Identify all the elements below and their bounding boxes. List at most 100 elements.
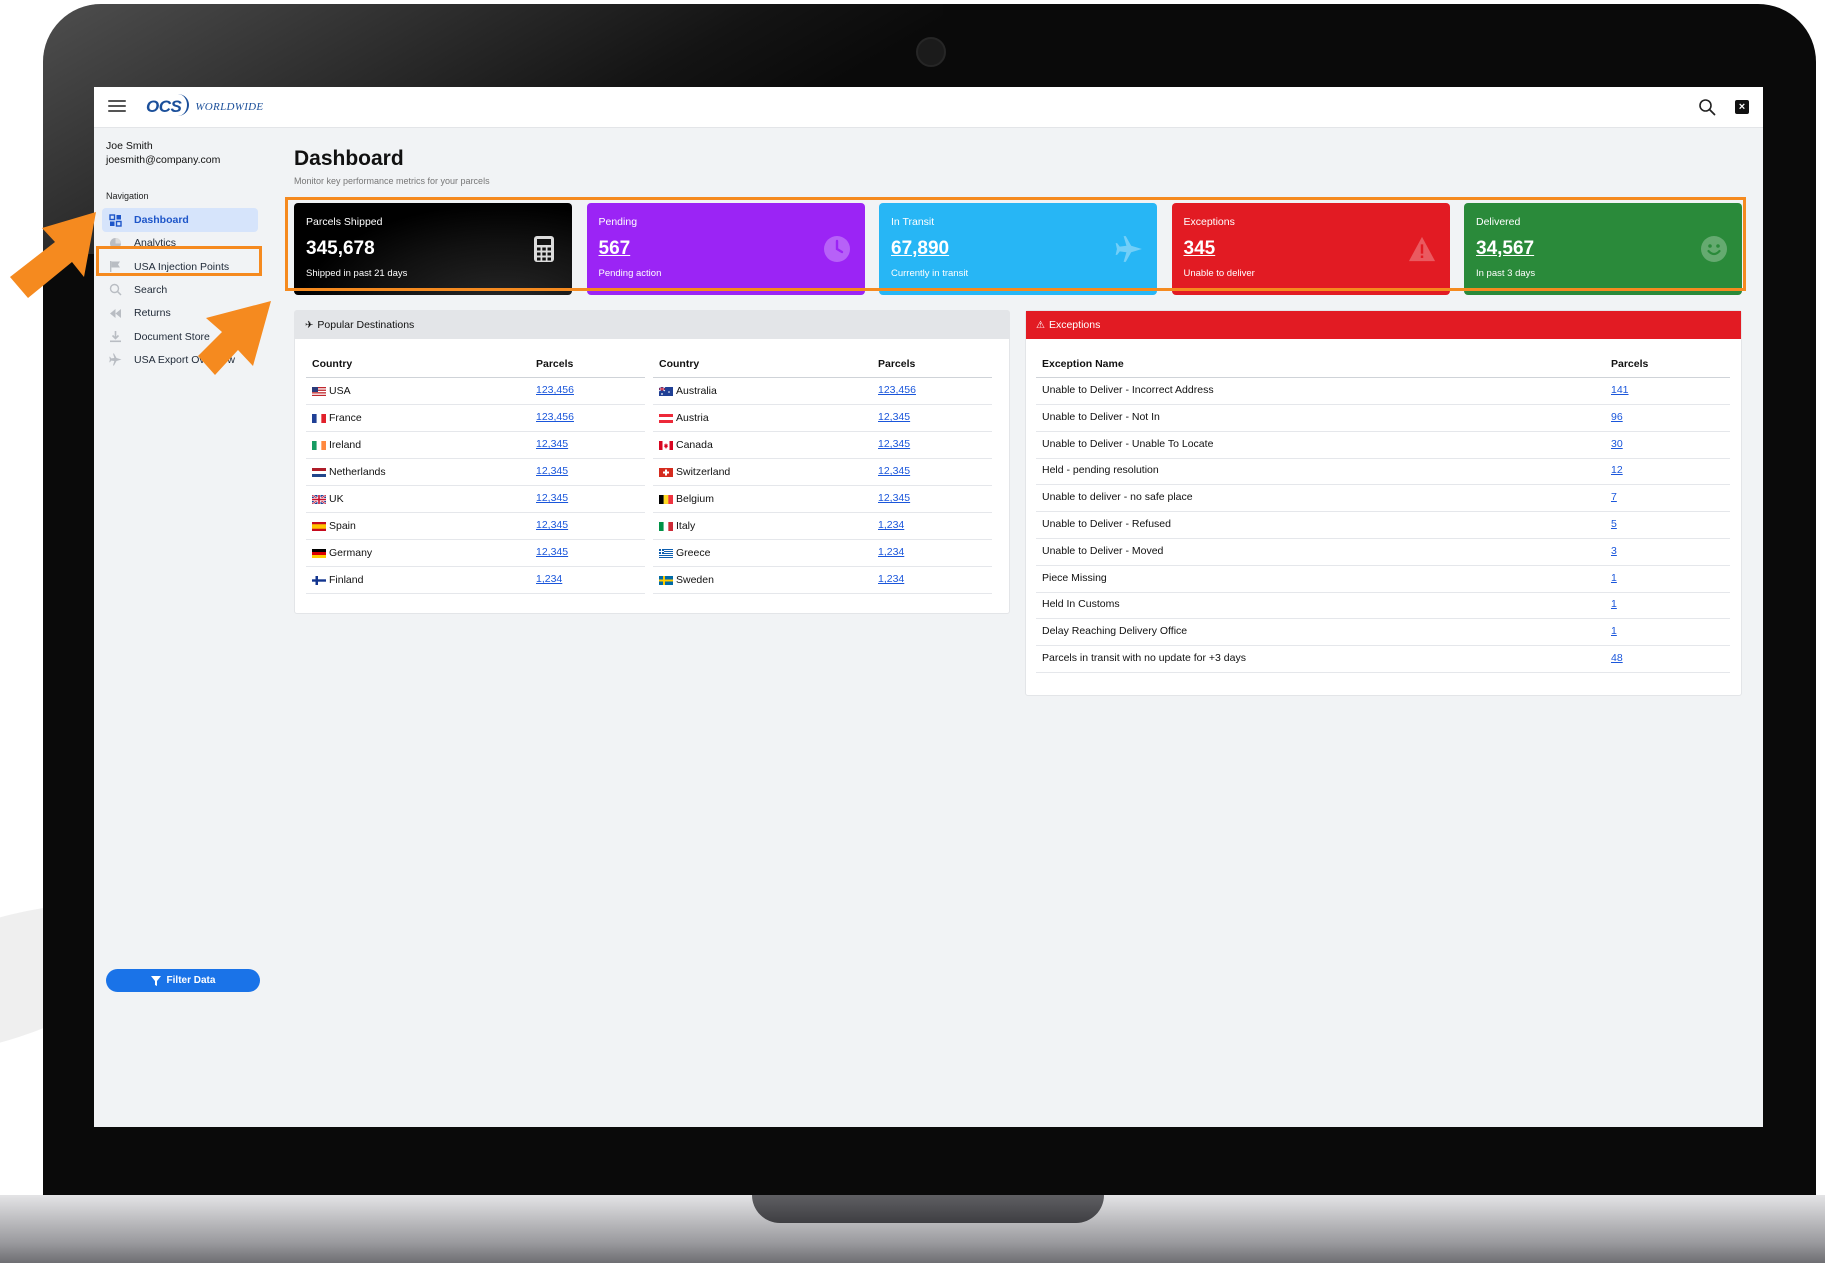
- exception-parcels-link[interactable]: 1: [1611, 625, 1617, 637]
- destination-parcels-link[interactable]: 12,345: [536, 465, 568, 477]
- destination-parcels-link[interactable]: 12,345: [536, 492, 568, 504]
- exception-parcels-link[interactable]: 141: [1611, 384, 1629, 396]
- exceptions-panel: ⚠ Exceptions Exception Name Parcels Unable…: [1025, 310, 1742, 696]
- destination-parcels-link[interactable]: 12,345: [878, 465, 910, 477]
- search-icon: [108, 283, 122, 297]
- destination-country: Sweden: [659, 572, 714, 588]
- row-divider: [1036, 591, 1730, 593]
- row-divider: [1036, 645, 1730, 647]
- popular-destinations-header: ✈ Popular Destinations: [295, 311, 1009, 339]
- sidebar-item-label: Returns: [134, 307, 171, 320]
- destination-parcels-link[interactable]: 1,234: [878, 519, 904, 531]
- row-divider: [306, 377, 645, 378]
- user-name: Joe Smith: [106, 140, 153, 152]
- destination-country-name: Germany: [329, 547, 373, 559]
- highlight-box-cards: [285, 197, 1746, 291]
- destination-parcels-link[interactable]: 123,456: [878, 384, 916, 396]
- search-icon[interactable]: [1698, 98, 1716, 116]
- exception-parcels-link[interactable]: 3: [1611, 545, 1617, 557]
- exception-parcels-link[interactable]: 1: [1611, 598, 1617, 610]
- destination-country: Ireland: [312, 437, 361, 453]
- close-icon[interactable]: ×: [1735, 100, 1749, 114]
- page-title: Dashboard: [294, 147, 404, 170]
- flag-finland-icon: [312, 575, 326, 585]
- row-divider: [306, 593, 645, 594]
- exception-parcels-link[interactable]: 96: [1611, 411, 1623, 423]
- row-divider: [1036, 538, 1730, 539]
- download-icon: [108, 330, 122, 344]
- sidebar-item-usa-export-overview[interactable]: USA Export Overview: [102, 348, 258, 372]
- exception-name: Held In Customs: [1042, 598, 1120, 611]
- exception-parcels-link[interactable]: 5: [1611, 518, 1617, 530]
- flag-austria-icon: [659, 413, 673, 423]
- row-divider: [653, 431, 992, 432]
- destination-parcels-link[interactable]: 12,345: [536, 519, 568, 531]
- row-divider: [653, 377, 992, 378]
- sidebar-item-search[interactable]: Search: [102, 278, 258, 302]
- destination-country: France: [312, 410, 362, 426]
- destination-parcels-link[interactable]: 1,234: [878, 573, 904, 585]
- row-divider: [306, 404, 645, 405]
- logo-word: WORLDWIDE: [195, 101, 264, 113]
- destination-country: Australia: [659, 383, 717, 399]
- exception-name: Held - pending resolution: [1042, 464, 1159, 477]
- exception-parcels-link[interactable]: 48: [1611, 652, 1623, 664]
- flag-spain-icon: [312, 521, 326, 531]
- destination-country-name: USA: [329, 385, 351, 397]
- destination-parcels-link[interactable]: 12,345: [536, 438, 568, 450]
- exception-parcels-link[interactable]: 7: [1611, 491, 1617, 503]
- destination-country: Netherlands: [312, 464, 386, 480]
- flag-sweden-icon: [659, 575, 673, 585]
- destination-parcels-link[interactable]: 1,234: [878, 546, 904, 558]
- exception-parcels-link[interactable]: 30: [1611, 438, 1623, 450]
- destination-parcels-link[interactable]: 123,456: [536, 384, 574, 396]
- destination-parcels-link[interactable]: 1,234: [536, 573, 562, 585]
- menu-icon[interactable]: [108, 100, 126, 114]
- destination-country: Finland: [312, 572, 363, 588]
- grid-icon: [108, 213, 122, 227]
- flag-canada-icon: [659, 440, 673, 450]
- user-email: joesmith@company.com: [106, 154, 221, 166]
- column-header-country: Country: [312, 358, 353, 370]
- destination-country-name: Italy: [676, 520, 696, 532]
- destination-parcels-link[interactable]: 123,456: [536, 411, 574, 423]
- destination-country-name: Australia: [676, 385, 717, 397]
- filter-data-button[interactable]: Filter Data: [106, 969, 260, 992]
- sidebar-item-document-store[interactable]: Document Store: [102, 325, 258, 349]
- row-divider: [653, 593, 992, 594]
- destination-country: Austria: [659, 410, 709, 426]
- row-divider: [1036, 618, 1730, 620]
- flag-uk-icon: [312, 494, 326, 504]
- row-divider: [653, 539, 992, 540]
- logo[interactable]: OCS WORLDWIDE: [146, 94, 264, 118]
- sidebar-item-label: Search: [134, 283, 168, 296]
- destination-country: Greece: [659, 545, 710, 561]
- row-divider: [1036, 484, 1730, 486]
- top-bar: OCS WORLDWIDE ×: [94, 87, 1763, 128]
- sidebar-item-returns[interactable]: Returns: [102, 301, 258, 325]
- row-divider: [1036, 377, 1730, 378]
- destination-country-name: Spain: [329, 520, 356, 532]
- destination-country: USA: [312, 383, 351, 399]
- destination-parcels-link[interactable]: 12,345: [878, 492, 910, 504]
- destination-parcels-link[interactable]: 12,345: [878, 411, 910, 423]
- destination-country: Spain: [312, 518, 356, 534]
- destination-parcels-link[interactable]: 12,345: [878, 438, 910, 450]
- column-header-parcels: Parcels: [878, 358, 916, 370]
- row-divider: [306, 566, 645, 567]
- flag-switzerland-icon: [659, 467, 673, 477]
- row-divider: [653, 404, 992, 405]
- logo-mark: OCS: [146, 94, 190, 117]
- destination-country: Belgium: [659, 491, 714, 507]
- exception-name: Unable to Deliver - Not In: [1042, 410, 1160, 423]
- warning-icon: ⚠: [1036, 319, 1045, 331]
- exception-parcels-link[interactable]: 12: [1611, 464, 1623, 476]
- exception-name: Unable to Deliver - Moved: [1042, 544, 1164, 557]
- exception-name: Unable to deliver - no safe place: [1042, 491, 1193, 504]
- destination-parcels-link[interactable]: 12,345: [536, 546, 568, 558]
- flag-italy-icon: [659, 521, 673, 531]
- row-divider: [1036, 672, 1730, 673]
- exception-parcels-link[interactable]: 1: [1611, 572, 1617, 584]
- exception-name: Parcels in transit with no update for +3…: [1042, 652, 1246, 664]
- sidebar-item-dashboard[interactable]: Dashboard: [102, 208, 258, 232]
